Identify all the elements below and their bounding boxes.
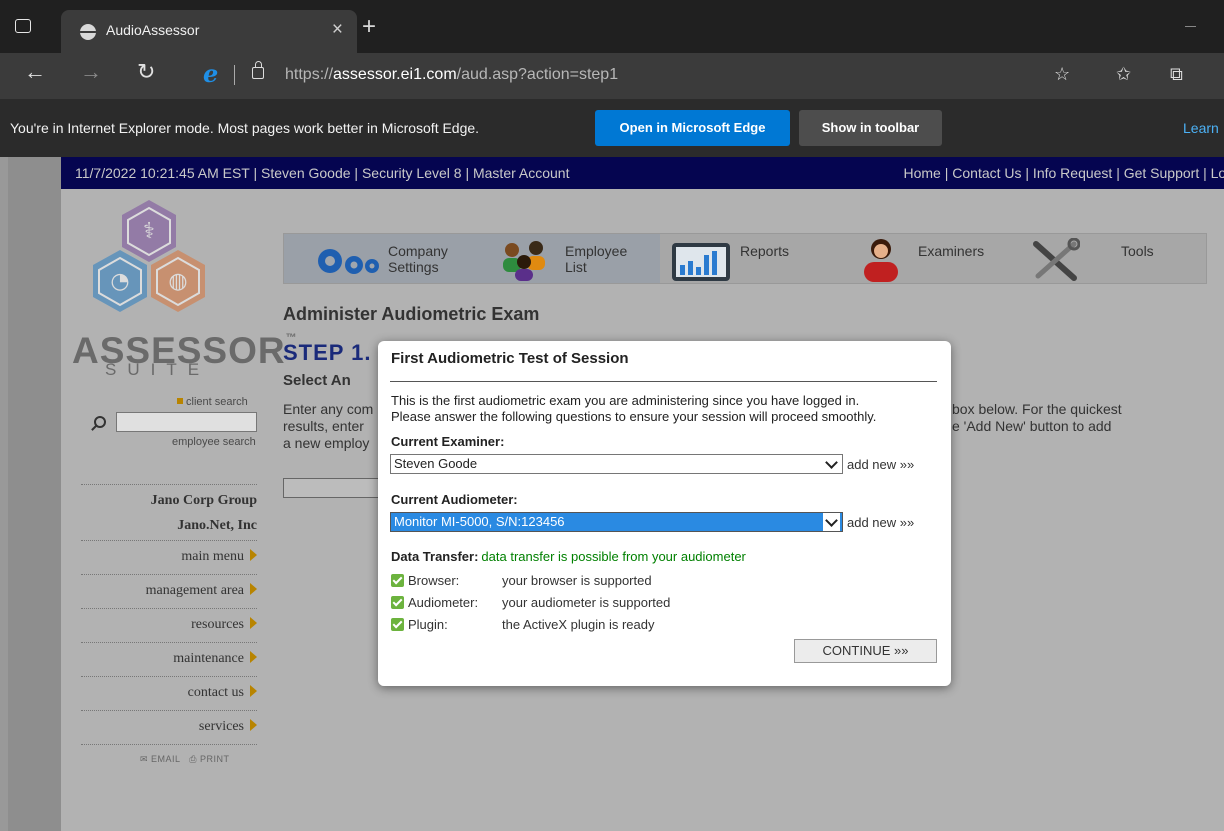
arrow-right-icon xyxy=(250,685,257,697)
page-margin xyxy=(8,157,61,831)
chevron-down-icon xyxy=(823,455,840,473)
address-bar[interactable]: https://assessor.ei1.com/aud.asp?action=… xyxy=(285,66,618,84)
chevron-down-icon xyxy=(823,513,840,531)
page-title: Administer Audiometric Exam xyxy=(283,304,540,324)
gears-icon xyxy=(318,249,379,274)
add-audiometer-link[interactable]: add new »» xyxy=(847,515,914,530)
print-link[interactable]: ⎙ PRINT xyxy=(189,754,229,764)
main-icon-bar: Company Settings Employee List Reports Exa… xyxy=(283,233,1207,284)
open-in-edge-button[interactable]: Open in Microsoft Edge xyxy=(595,110,790,146)
email-link[interactable]: ✉ EMAIL xyxy=(140,754,180,764)
divider xyxy=(234,65,235,85)
data-transfer-status: Data Transfer: data transfer is possible … xyxy=(391,549,746,564)
plugin-check: Plugin: the ActiveX plugin is ready xyxy=(391,617,654,632)
browser-tab-strip: AudioAssessor × + xyxy=(0,0,1224,53)
learn-more-link[interactable]: Learn xyxy=(1183,120,1219,136)
tools-label: Tools xyxy=(1121,243,1154,259)
browser-tab[interactable]: AudioAssessor × xyxy=(61,10,357,53)
examiners-label: Examiners xyxy=(918,243,985,259)
employee-list-label: Employee List xyxy=(565,243,628,275)
add-examiner-link[interactable]: add new »» xyxy=(847,457,914,472)
reports-label: Reports xyxy=(740,243,790,259)
sidebar-item-main-menu[interactable]: main menu xyxy=(81,540,257,574)
dialog-title: First Audiometric Test of Session xyxy=(391,350,629,367)
svg-text:⚕: ⚕ xyxy=(143,219,155,244)
examiner-icon xyxy=(864,239,898,282)
svg-text:◔: ◔ xyxy=(110,269,129,294)
tab-actions-icon[interactable] xyxy=(15,19,31,33)
company-name: Jano.Net, Inc xyxy=(177,518,257,533)
new-tab-button[interactable]: + xyxy=(362,15,376,39)
reports-button[interactable]: Reports xyxy=(670,234,800,283)
sidebar-item-maintenance[interactable]: maintenance xyxy=(81,642,257,676)
favorites-icon[interactable]: ✩ xyxy=(1116,64,1131,85)
sidebar-item-management-area[interactable]: management area xyxy=(81,574,257,608)
checkmark-icon xyxy=(391,596,404,609)
collections-icon[interactable]: ⧉ xyxy=(1170,64,1183,85)
logo-suite: SUITE xyxy=(105,360,211,379)
minimize-icon[interactable] xyxy=(1185,26,1196,27)
sidebar-item-contact-us[interactable]: contact us xyxy=(81,676,257,710)
browser-check: Browser: your browser is supported xyxy=(391,573,652,588)
people-icon xyxy=(503,241,545,281)
checkmark-icon xyxy=(391,574,404,587)
examiner-label: Current Examiner: xyxy=(391,434,505,449)
tab-title: AudioAssessor xyxy=(106,22,200,38)
examiner-select[interactable]: Steven Goode xyxy=(390,454,843,474)
arrow-right-icon xyxy=(250,651,257,663)
lock-icon[interactable] xyxy=(252,61,264,79)
session-info: 11/7/2022 10:21:45 AM EST | Steven Goode… xyxy=(75,165,570,181)
tools-button[interactable]: Tools xyxy=(1030,234,1180,283)
arrow-right-icon xyxy=(250,617,257,629)
audiometer-select[interactable]: Monitor MI-5000, S/N:123456 xyxy=(390,512,843,532)
tools-icon xyxy=(1033,238,1080,281)
back-icon[interactable]: ← xyxy=(24,61,46,83)
client-search-link[interactable]: client search xyxy=(177,396,248,408)
arrow-right-icon xyxy=(250,583,257,595)
refresh-icon[interactable]: ↻ xyxy=(137,61,155,83)
divider xyxy=(390,381,937,382)
divider xyxy=(81,744,257,745)
audiometer-label: Current Audiometer: xyxy=(391,492,518,507)
add-favorite-icon[interactable]: ☆ xyxy=(1054,64,1070,85)
chart-icon xyxy=(672,243,730,281)
search-input[interactable] xyxy=(116,412,257,432)
svg-text:◍: ◍ xyxy=(168,269,187,294)
forward-icon[interactable]: → xyxy=(80,61,102,83)
ie-mode-message: You're in Internet Explorer mode. Most p… xyxy=(10,120,480,136)
audiometer-check: Audiometer: your audiometer is supported xyxy=(391,595,670,610)
company-settings-button[interactable]: Company Settings xyxy=(314,234,464,283)
instructions-right: box below. For the quickest e 'Add New' … xyxy=(952,401,1122,434)
employee-list-button[interactable]: Employee List xyxy=(498,234,648,283)
show-in-toolbar-button[interactable]: Show in toolbar xyxy=(799,110,942,146)
examiners-button[interactable]: Examiners xyxy=(854,234,1004,283)
search-icon[interactable] xyxy=(94,416,106,428)
continue-button[interactable]: CONTINUE »» xyxy=(794,639,937,663)
globe-icon xyxy=(80,24,96,40)
sidebar-item-services[interactable]: services xyxy=(81,710,257,744)
tab-close-icon[interactable]: × xyxy=(332,19,343,41)
email-print-links: ✉ EMAIL ⎙ PRINT xyxy=(140,754,229,765)
checkmark-icon xyxy=(391,618,404,631)
instructions-left: Enter any com results, enter a new emplo… xyxy=(283,401,374,451)
top-links[interactable]: Home | Contact Us | Info Request | Get S… xyxy=(904,165,1224,181)
assessor-logo: ⚕ ◔ ◍ xyxy=(93,200,205,312)
sidebar-item-resources[interactable]: resources xyxy=(81,608,257,642)
session-bar: 11/7/2022 10:21:45 AM EST | Steven Goode… xyxy=(61,157,1224,189)
browser-toolbar: ← → ↻ e https://assessor.ei1.com/aud.asp… xyxy=(0,53,1224,99)
arrow-right-icon xyxy=(250,719,257,731)
employee-search-link[interactable]: employee search xyxy=(172,436,256,448)
ie-mode-bar: You're in Internet Explorer mode. Most p… xyxy=(0,99,1224,157)
company-settings-label: Company Settings xyxy=(388,243,448,275)
arrow-right-icon xyxy=(250,549,257,561)
session-dialog: First Audiometric Test of Session This i… xyxy=(378,341,951,686)
select-heading: Select An xyxy=(283,372,351,389)
dialog-intro: This is the first audiometric exam you a… xyxy=(391,393,877,424)
ie-mode-icon[interactable]: e xyxy=(203,62,218,86)
step-heading: STEP 1. xyxy=(283,340,372,365)
employee-search-input[interactable] xyxy=(283,478,383,498)
